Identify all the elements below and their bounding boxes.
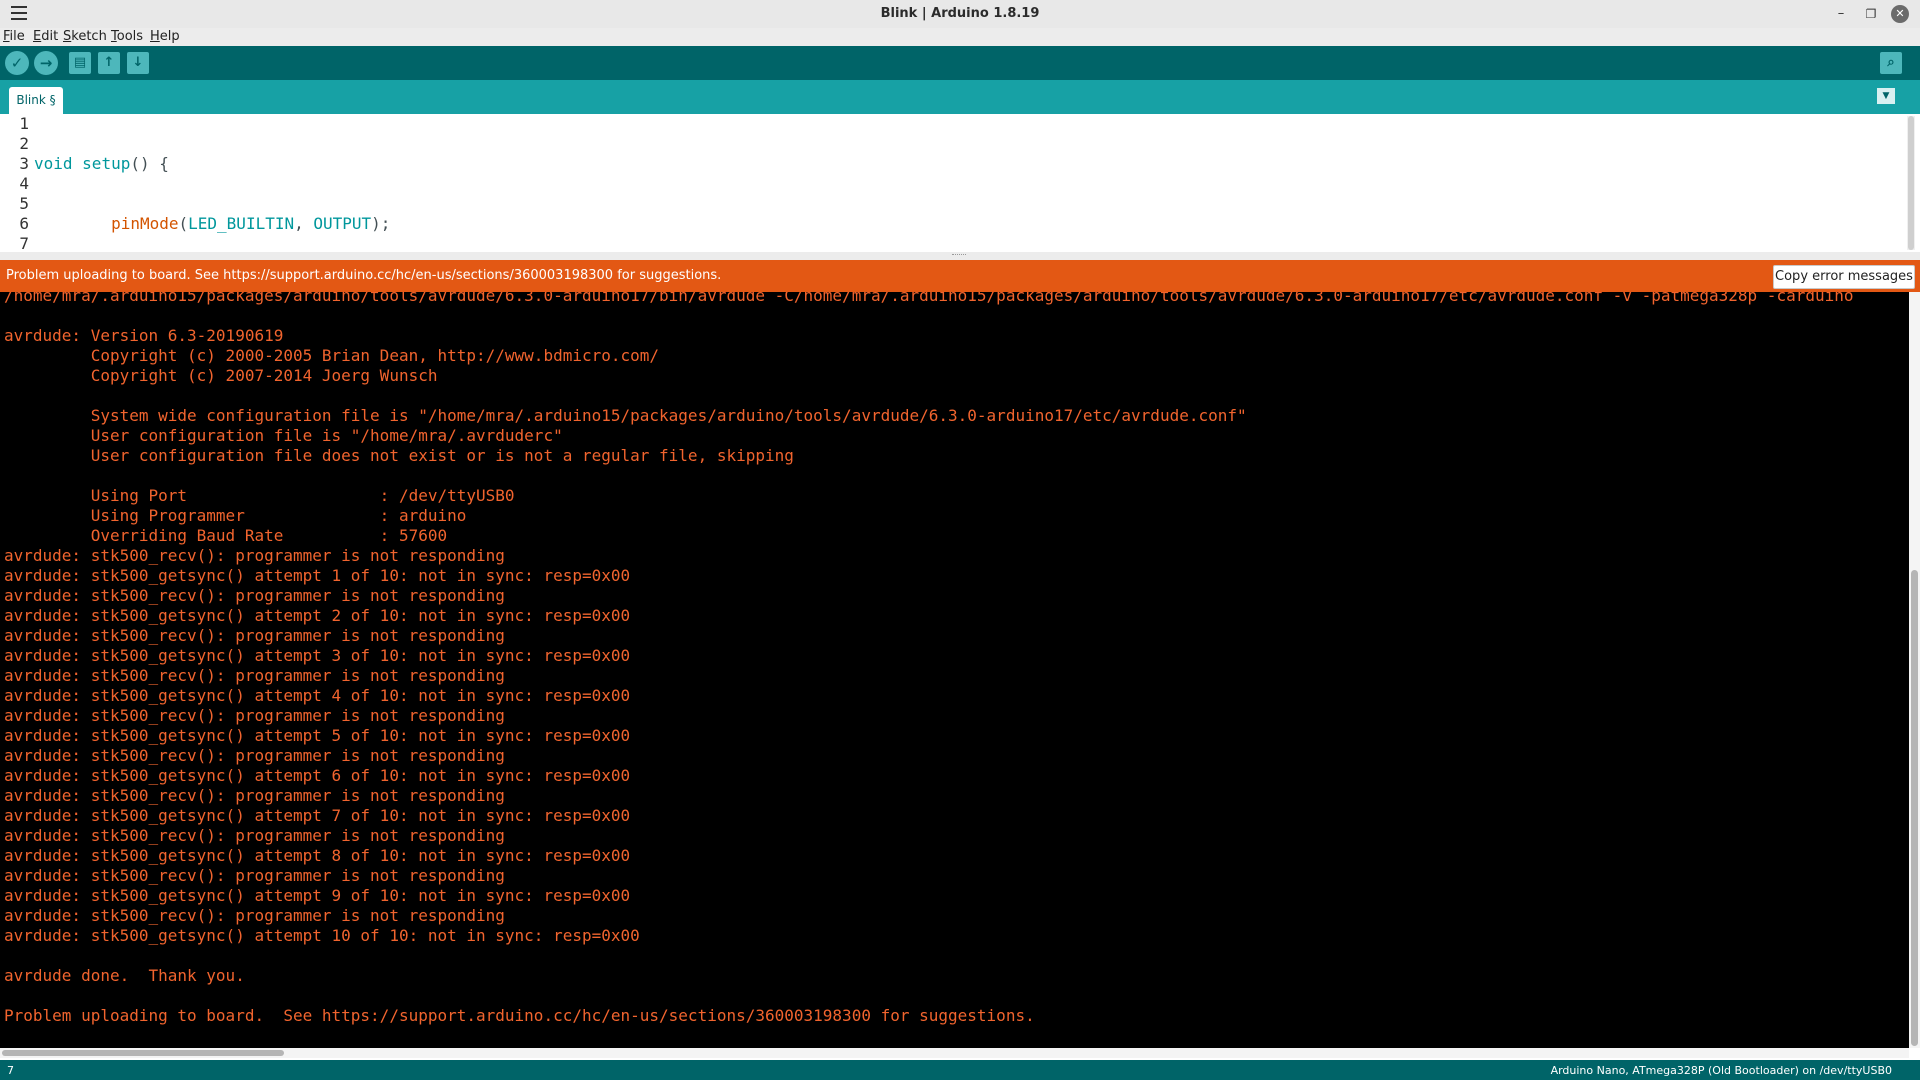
line-number: 2 [19,134,29,153]
console-line: Using Port : /dev/ttyUSB0 [4,486,515,505]
fn-pinmode: pinMode [111,214,179,233]
console-line: avrdude: stk500_recv(): programmer is no… [4,546,505,565]
window-title: Blink | Arduino 1.8.19 [880,6,1040,21]
console-line: System wide configuration file is "/home… [4,406,1247,425]
menu-sketch[interactable]: Sketch [63,28,107,46]
line-number: 1 [19,114,29,133]
console-line: avrdude: Version 6.3-20190619 [4,326,284,345]
new-sketch-icon[interactable]: ▤ [69,52,91,74]
console-hscroll-thumb[interactable] [2,1050,284,1056]
line-number: 6 [19,214,29,233]
code-line-2: pinMode(LED_BUILTIN, OUTPUT); [111,214,391,233]
console-line: avrdude: stk500_getsync() attempt 7 of 1… [4,806,631,825]
tab-blink[interactable]: Blink § [9,87,63,114]
upload-icon[interactable]: → [34,51,58,75]
title-bar: Blink | Arduino 1.8.19 – ❐ ✕ [0,0,1920,29]
close-button[interactable]: ✕ [1891,5,1909,23]
kw-void: void [34,154,73,173]
console-line: avrdude: stk500_recv(): programmer is no… [4,906,505,925]
console-line: avrdude: stk500_recv(): programmer is no… [4,746,505,765]
console-line: avrdude: stk500_recv(): programmer is no… [4,826,505,845]
code-editor[interactable]: 1 2 3 4 5 6 7 void setup() { pinMode(LED… [0,114,1920,533]
console-line: avrdude: stk500_getsync() attempt 8 of 1… [4,846,631,865]
console-line: Using Programmer : arduino [4,506,467,525]
board-port-info: Arduino Nano, ATmega328P (Old Bootloader… [1550,1064,1892,1077]
error-status-bar: Problem uploading to board. See https://… [0,260,1920,292]
console-text: /home/mra/.arduino15/packages/arduino/to… [4,292,1854,1026]
tab-bar: Blink § ▼ [0,80,1920,114]
minimize-button[interactable]: – [1832,5,1850,23]
console-line: Problem uploading to board. See https://… [4,1006,1035,1025]
console-line: avrdude: stk500_getsync() attempt 2 of 1… [4,606,631,625]
fn-setup: setup [82,154,131,173]
line-number: 4 [19,174,29,193]
console-line: avrdude done. Thank you. [4,966,245,985]
console-line: avrdude: stk500_recv(): programmer is no… [4,626,505,645]
console-line: Copyright (c) 2000-2005 Brian Dean, http… [4,346,660,365]
maximize-button[interactable]: ❐ [1862,5,1880,23]
menu-help[interactable]: Help [150,28,180,46]
line-number: 5 [19,194,29,213]
menu-tools[interactable]: Tools [111,28,143,46]
verify-icon[interactable]: ✓ [5,51,29,75]
console-vertical-scrollbar[interactable] [1909,292,1920,1048]
toolbar: ✓ → ▤ ↑ ↓ ⌕ [0,46,1920,80]
tab-menu-icon[interactable]: ▼ [1877,88,1895,104]
console-line: User configuration file is "/home/mra/.a… [4,426,563,445]
console-line: avrdude: stk500_getsync() attempt 10 of … [4,926,640,945]
console-line: avrdude: stk500_recv(): programmer is no… [4,706,505,725]
console-horizontal-scrollbar[interactable] [0,1048,1909,1058]
console-line: avrdude: stk500_getsync() attempt 3 of 1… [4,646,631,665]
editor-scrollbar[interactable] [1907,116,1915,250]
console-line: /home/mra/.arduino15/packages/arduino/to… [4,292,1854,305]
save-sketch-icon[interactable]: ↓ [127,52,149,74]
console-line: avrdude: stk500_getsync() attempt 5 of 1… [4,726,631,745]
code-line-1: void setup() { [34,154,169,173]
console-output[interactable]: /home/mra/.arduino15/packages/arduino/to… [0,292,1909,1048]
console-line: avrdude: stk500_recv(): programmer is no… [4,866,505,885]
console-line: avrdude: stk500_getsync() attempt 6 of 1… [4,766,631,785]
status-bar: 7 Arduino Nano, ATmega328P (Old Bootload… [0,1060,1920,1080]
console-line: avrdude: stk500_getsync() attempt 1 of 1… [4,566,631,585]
menu-bar: File Edit Sketch Tools Help [0,28,1920,46]
console-line: avrdude: stk500_getsync() attempt 4 of 1… [4,686,631,705]
menu-edit[interactable]: Edit [33,28,58,46]
editor-scroll-thumb[interactable] [1908,116,1914,250]
console-line: User configuration file does not exist o… [4,446,794,465]
console-line: avrdude: stk500_recv(): programmer is no… [4,666,505,685]
line-number: 7 [19,234,29,253]
error-message: Problem uploading to board. See https://… [6,268,722,283]
console-line: avrdude: stk500_getsync() attempt 9 of 1… [4,886,631,905]
cursor-line-number: 7 [7,1064,14,1077]
console-line: avrdude: stk500_recv(): programmer is no… [4,586,505,605]
open-sketch-icon[interactable]: ↑ [98,52,120,74]
editor-console-splitter[interactable] [0,252,1920,260]
line-number: 3 [19,154,29,173]
splitter-grip[interactable] [952,254,966,258]
serial-monitor-icon[interactable]: ⌕ [1880,52,1902,74]
copy-error-messages-button[interactable]: Copy error messages [1773,265,1915,289]
menu-file[interactable]: File [3,28,25,46]
console-line: avrdude: stk500_recv(): programmer is no… [4,786,505,805]
console-vscroll-thumb[interactable] [1911,570,1918,1046]
line-number-gutter: 1 2 3 4 5 6 7 [0,114,30,253]
console-line: Overriding Baud Rate : 57600 [4,526,448,545]
console-line: Copyright (c) 2007-2014 Joerg Wunsch [4,366,438,385]
